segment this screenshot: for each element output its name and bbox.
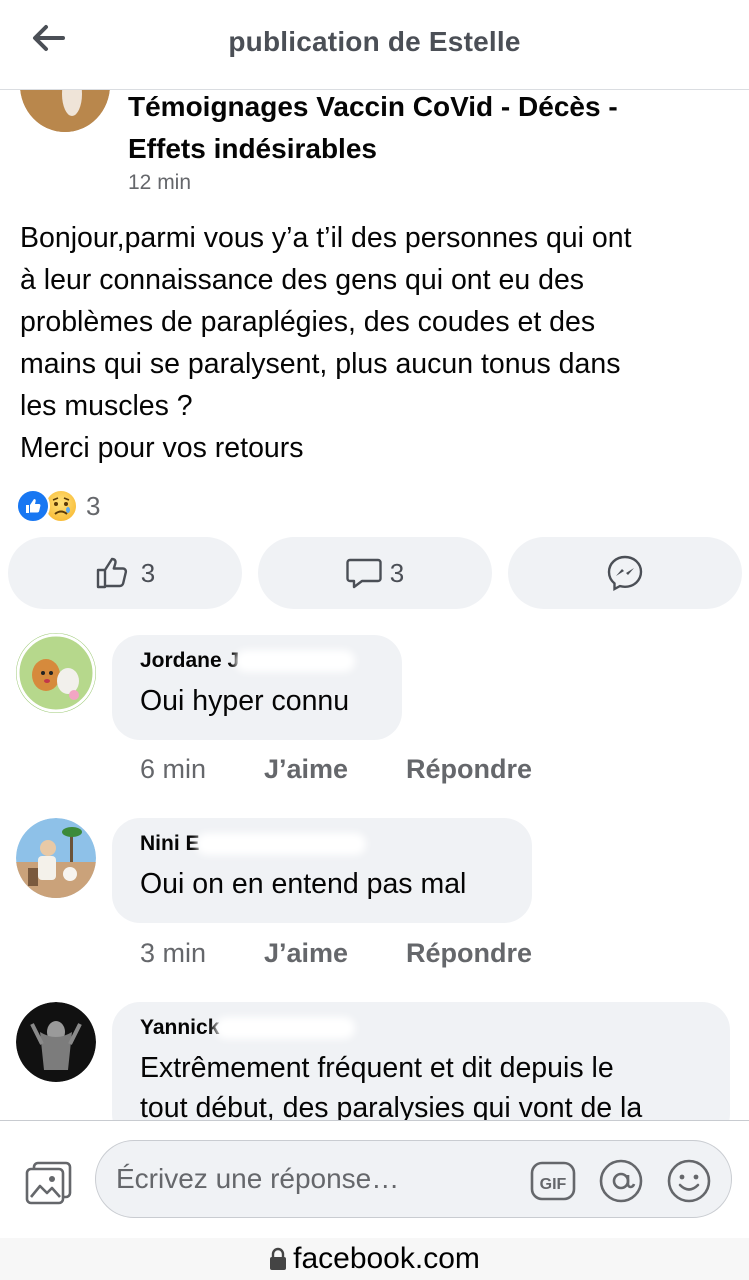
post-text-line: mains qui se paralysent, plus aucun tonu… <box>20 348 621 380</box>
comment-text: Oui hyper connu <box>140 685 350 717</box>
redaction-blur <box>195 833 366 855</box>
post-text-line: problèmes de paraplégies, des coudes et … <box>20 306 596 338</box>
author-name: Yannick <box>140 1016 220 1039</box>
reaction-summary[interactable]: 3 <box>16 488 100 524</box>
comment-bubble[interactable]: Jordane J Oui hyper connu <box>112 635 402 740</box>
group-name[interactable]: Témoignages Vaccin CoVid - Décès - Effet… <box>128 86 708 170</box>
add-photo-button[interactable] <box>24 1159 74 1205</box>
like-reaction-icon <box>16 489 50 523</box>
comment-text: Oui on en entend pas mal <box>140 868 467 900</box>
redaction-blur <box>235 650 356 672</box>
comment-time[interactable]: 6 min <box>140 754 264 785</box>
reaction-count: 3 <box>86 490 101 521</box>
post-text-line: Merci pour vos retours <box>20 432 304 464</box>
avatar-image <box>16 818 96 898</box>
commenter-avatar[interactable] <box>16 1002 96 1082</box>
comment-reply-link[interactable]: Répondre <box>406 754 532 785</box>
browser-url-bar[interactable]: facebook.com <box>0 1238 749 1280</box>
post-actions: 3 3 <box>8 537 742 609</box>
commenter-avatar[interactable] <box>16 818 96 898</box>
comment-author[interactable]: Nini E <box>140 832 504 856</box>
comment-meta: 6 min J’aime Répondre <box>140 754 532 785</box>
comment-text-line: Extrêmement fréquent et dit depuis le <box>140 1052 614 1084</box>
at-sign-icon <box>599 1159 643 1203</box>
reply-input[interactable] <box>116 1141 516 1216</box>
comment-meta: 3 min J’aime Répondre <box>140 938 532 969</box>
messenger-icon <box>607 555 643 592</box>
comment-bubble[interactable]: Nini E Oui on en entend pas mal <box>112 818 532 923</box>
post-text-line: Bonjour,parmi vous y’a t’il des personne… <box>20 222 632 254</box>
smiley-icon <box>667 1159 711 1203</box>
comment-time[interactable]: 3 min <box>140 938 264 969</box>
reply-composer: GIF <box>0 1120 749 1238</box>
mention-button[interactable] <box>598 1158 644 1204</box>
comment-text: Extrêmement fréquent et dit depuis le to… <box>140 1048 702 1128</box>
post-text-line: à leur connaissance des gens qui ont eu … <box>20 264 585 296</box>
redaction-blur <box>215 1017 356 1039</box>
url-domain: facebook.com <box>293 1242 480 1275</box>
avatar-image <box>16 633 96 713</box>
gif-icon: GIF <box>530 1161 576 1201</box>
author-name: Nini E <box>140 832 200 855</box>
svg-text:GIF: GIF <box>540 1176 567 1193</box>
group-name-line: Témoignages Vaccin CoVid - Décès - <box>128 91 618 122</box>
page-title: publication de Estelle <box>228 26 521 57</box>
emoji-button[interactable] <box>666 1158 712 1204</box>
comment-count: 3 <box>389 557 405 588</box>
reply-input-container: GIF <box>95 1140 732 1218</box>
comment-like-link[interactable]: J’aime <box>264 938 406 969</box>
post-text-line: les muscles ? <box>20 390 193 422</box>
comment-button[interactable]: 3 <box>258 537 492 609</box>
post-text: Bonjour,parmi vous y’a t’il des personne… <box>20 217 730 469</box>
top-bar: publication de Estelle <box>0 0 749 90</box>
like-count: 3 <box>140 557 156 588</box>
photo-icon <box>25 1161 72 1205</box>
group-name-line: Effets indésirables <box>128 133 377 164</box>
post-timestamp[interactable]: 12 min <box>128 171 191 195</box>
gif-button[interactable]: GIF <box>530 1158 576 1204</box>
messenger-share-button[interactable] <box>508 537 742 609</box>
comment-author[interactable]: Yannick <box>140 1016 702 1040</box>
comment-reply-link[interactable]: Répondre <box>406 938 532 969</box>
lock-icon <box>270 1247 287 1270</box>
thumbs-up-icon <box>96 557 127 589</box>
comment-author[interactable]: Jordane J <box>140 649 374 673</box>
speech-bubble-icon <box>346 558 382 589</box>
like-button[interactable]: 3 <box>8 537 242 609</box>
author-name: Jordane J <box>140 649 240 672</box>
comment-like-link[interactable]: J’aime <box>264 754 406 785</box>
commenter-avatar[interactable] <box>16 633 96 713</box>
avatar-image <box>16 1002 96 1082</box>
